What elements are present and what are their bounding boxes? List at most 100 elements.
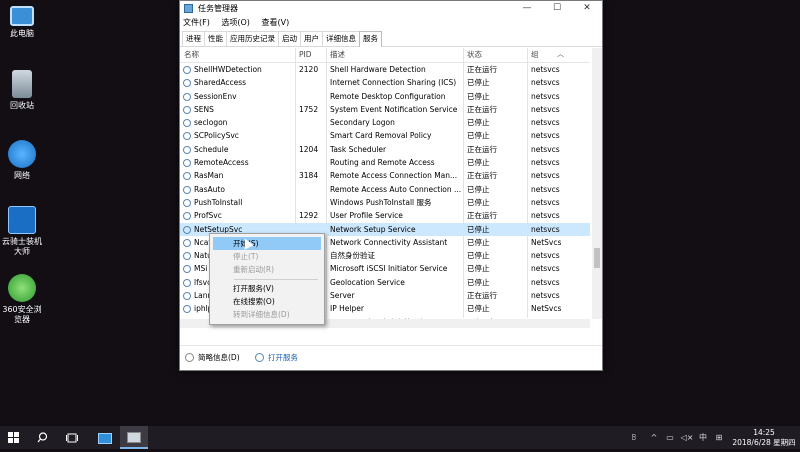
column-pid[interactable]: PID <box>299 48 312 62</box>
menu-item-go-to-details[interactable]: 转到详细信息(D) <box>213 308 321 321</box>
service-gear-icon <box>183 79 191 87</box>
desktop-icon-network[interactable]: 网络 <box>0 140 44 181</box>
chevron-up-icon[interactable]: ^ <box>648 426 660 449</box>
context-menu: 开始(S) 停止(T) 重新启动(R) 打开服务(V) 在线搜索(O) 转到详细… <box>209 233 325 325</box>
volume-muted-icon[interactable]: ◁× <box>680 426 694 449</box>
start-button[interactable] <box>0 426 26 449</box>
service-status: 正在运行 <box>467 103 527 116</box>
menu-item-start[interactable]: 开始(S) <box>213 237 321 250</box>
clock[interactable]: 14:25 2018/6/28 星期四 <box>732 428 796 448</box>
service-pid: 1292 <box>299 209 329 222</box>
search-icon <box>37 432 48 443</box>
network-icon <box>8 140 36 168</box>
service-description: System Event Notification Service <box>330 103 462 116</box>
title-bar[interactable]: 任务管理器 — ☐ ✕ <box>180 1 602 16</box>
service-group: netsvcs <box>531 76 587 89</box>
tab-startup[interactable]: 启动 <box>278 31 301 46</box>
service-gear-icon <box>183 132 191 140</box>
menu-item-search-online[interactable]: 在线搜索(O) <box>213 295 321 308</box>
service-description: Shell Hardware Detection <box>330 63 462 76</box>
scrollbar-thumb[interactable] <box>594 248 600 268</box>
task-view-button[interactable] <box>60 426 84 449</box>
service-name: ShellHWDetection <box>194 63 294 76</box>
column-status[interactable]: 状态 <box>467 48 482 62</box>
table-row[interactable]: RasMan3184Remote Access Connection Man..… <box>180 169 590 182</box>
search-button[interactable] <box>30 426 54 449</box>
tab-app-history[interactable]: 应用历史记录 <box>226 31 279 46</box>
service-gear-icon <box>183 292 191 300</box>
service-name: RasAuto <box>194 183 294 196</box>
service-description: Remote Access Auto Connection ... <box>330 183 462 196</box>
input-method-icon[interactable]: ⊞ <box>712 426 726 449</box>
service-group: netsvcs <box>531 169 587 182</box>
table-row[interactable]: PushToInstallWindows PushToInstall 服务已停止… <box>180 196 590 209</box>
menu-file[interactable]: 文件(F) <box>183 16 210 30</box>
table-row[interactable]: SessionEnvRemote Desktop Configuration已停… <box>180 90 590 103</box>
desktop-icon-yunqishi[interactable]: 云骑士装机大师 <box>0 206 44 257</box>
service-status: 已停止 <box>467 236 527 249</box>
service-gear-icon <box>183 66 191 74</box>
taskbar: ꕗ ^ ▭ ◁× 中 ⊞ 14:25 2018/6/28 星期四 <box>0 426 800 449</box>
service-group: netsvcs <box>531 289 587 302</box>
service-group: netsvcs <box>531 262 587 275</box>
tab-details[interactable]: 详细信息 <box>322 31 360 46</box>
table-row[interactable]: RasAuto Remote Access Auto Connection ...… <box>180 183 590 196</box>
table-row[interactable]: SCPolicySvcSmart Card Removal Policy已停止n… <box>180 129 590 142</box>
service-group: netsvcs <box>531 183 587 196</box>
menu-item-stop[interactable]: 停止(T) <box>213 250 321 263</box>
desktop-icon-this-pc[interactable]: 此电脑 <box>0 4 44 39</box>
network-tray-icon[interactable]: ▭ <box>663 426 677 449</box>
service-status: 已停止 <box>467 262 527 275</box>
column-header: 名称 PID 描述 状态 组 ︿ <box>180 48 590 63</box>
service-description: Microsoft iSCSI Initiator Service <box>330 262 462 275</box>
column-name[interactable]: 名称 <box>184 48 199 62</box>
service-status: 正在运行 <box>467 209 527 222</box>
maximize-button[interactable]: ☐ <box>542 1 572 16</box>
menu-item-open-services[interactable]: 打开服务(V) <box>213 282 321 295</box>
column-description[interactable]: 描述 <box>330 48 345 62</box>
table-row[interactable]: SharedAccessInternet Connection Sharing … <box>180 76 590 89</box>
open-services-link[interactable]: 打开服务 <box>255 352 298 363</box>
less-details-button[interactable]: 简略信息(D) <box>185 352 240 363</box>
service-gear-icon <box>183 146 191 154</box>
menu-options[interactable]: 选项(O) <box>221 16 250 30</box>
tab-users[interactable]: 用户 <box>300 31 323 46</box>
service-gear-icon <box>183 106 191 114</box>
tab-services[interactable]: 服务 <box>359 31 382 47</box>
service-status: 已停止 <box>467 249 527 262</box>
minimize-button[interactable]: — <box>512 1 542 16</box>
service-name: SENS <box>194 103 294 116</box>
menu-view[interactable]: 查看(V) <box>261 16 289 30</box>
people-icon[interactable]: ꕗ <box>627 426 641 449</box>
service-status: 已停止 <box>467 156 527 169</box>
taskbar-app-remote[interactable] <box>92 426 118 449</box>
column-group[interactable]: 组 <box>531 48 539 62</box>
service-description: Windows PushToInstall 服务 <box>330 196 462 209</box>
table-row[interactable]: SENS1752System Event Notification Servic… <box>180 103 590 116</box>
vertical-scrollbar[interactable] <box>592 48 602 319</box>
service-gear-icon <box>183 186 191 194</box>
desktop-icon-360-browser[interactable]: 360安全浏览器 <box>0 274 44 325</box>
table-row[interactable]: RemoteAccessRouting and Remote Access已停止… <box>180 156 590 169</box>
tab-processes[interactable]: 进程 <box>182 31 205 46</box>
table-row[interactable]: ShellHWDetection2120Shell Hardware Detec… <box>180 63 590 76</box>
service-status: 正在运行 <box>467 289 527 302</box>
service-group: netsvcs <box>531 143 587 156</box>
desktop-icon-label: 360安全浏览器 <box>2 305 41 324</box>
less-details-label: 简略信息(D) <box>198 353 240 362</box>
taskbar-app-task-manager[interactable] <box>120 426 148 449</box>
footer-bar: 简略信息(D) 打开服务 <box>180 345 602 370</box>
desktop-icon-recycle-bin[interactable]: 回收站 <box>0 70 44 111</box>
ime-indicator[interactable]: 中 <box>697 426 709 449</box>
service-group: NetSvcs <box>531 302 587 315</box>
service-status: 已停止 <box>467 196 527 209</box>
close-button[interactable]: ✕ <box>572 1 602 16</box>
service-gear-icon <box>183 172 191 180</box>
service-description: Internet Connection Sharing (ICS) <box>330 76 462 89</box>
table-row[interactable]: ProfSvc1292User Profile Service正在运行netsv… <box>180 209 590 222</box>
table-row[interactable]: Schedule1204Task Scheduler正在运行netsvcs <box>180 143 590 156</box>
table-row[interactable]: seclogonSecondary Logon已停止netsvcs <box>180 116 590 129</box>
tab-performance[interactable]: 性能 <box>204 31 227 46</box>
task-view-icon <box>66 433 78 443</box>
menu-item-restart[interactable]: 重新启动(R) <box>213 263 321 276</box>
